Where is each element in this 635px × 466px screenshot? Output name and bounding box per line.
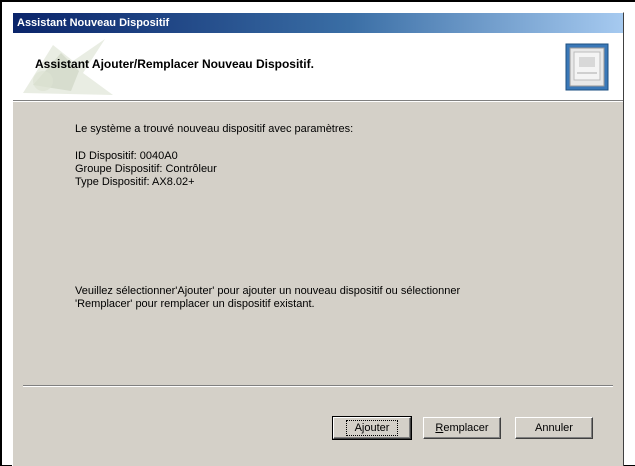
wizard-header-title: Assistant Ajouter/Remplacer Nouveau Disp… bbox=[35, 57, 314, 71]
device-type-text: Type Dispositif: AX8.02+ bbox=[75, 176, 195, 188]
window-title: Assistant Nouveau Dispositif bbox=[17, 17, 170, 29]
replace-button[interactable]: Remplacer bbox=[423, 417, 501, 439]
add-button-label: Ajouter bbox=[345, 420, 399, 436]
wizard-content: Le système a trouvé nouveau dispositif a… bbox=[75, 123, 575, 189]
instructions-line-1: Veuillez sélectionner'Ajouter' pour ajou… bbox=[75, 285, 461, 297]
cancel-button-label: Annuler bbox=[535, 422, 573, 434]
button-separator bbox=[23, 385, 613, 387]
intro-text: Le système a trouvé nouveau dispositif a… bbox=[75, 123, 354, 135]
title-bar: Assistant Nouveau Dispositif bbox=[13, 13, 623, 33]
replace-button-label: emplacer bbox=[443, 422, 489, 434]
wizard-header: Assistant Ajouter/Remplacer Nouveau Disp… bbox=[13, 33, 623, 101]
add-button[interactable]: Ajouter bbox=[332, 416, 412, 440]
device-icon bbox=[565, 43, 609, 91]
instructions-text: Veuillez sélectionner'Ajouter' pour ajou… bbox=[75, 285, 575, 311]
device-id-text: ID Dispositif: 0040A0 bbox=[75, 150, 178, 162]
instructions-line-2: 'Remplacer' pour remplacer un dispositif… bbox=[75, 298, 315, 310]
header-divider bbox=[13, 101, 623, 102]
device-group-text: Groupe Dispositif: Contrôleur bbox=[75, 163, 217, 175]
wizard-dialog: Assistant Nouveau Dispositif Assistant A… bbox=[12, 12, 624, 466]
cancel-button[interactable]: Annuler bbox=[515, 417, 593, 439]
